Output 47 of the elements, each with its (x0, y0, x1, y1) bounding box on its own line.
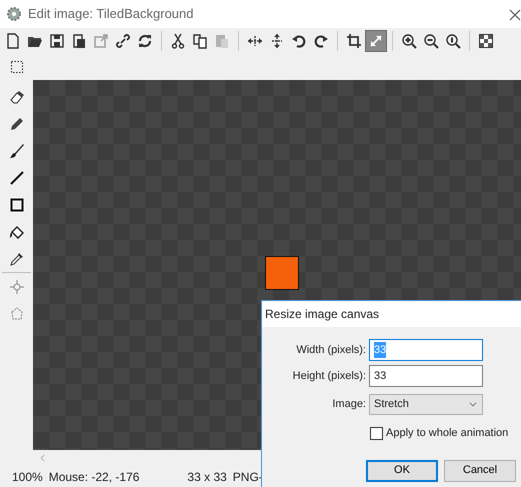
rotate-left-icon (291, 33, 307, 49)
field-label: Height (pixels): (292, 368, 366, 384)
image-size: 33 x 33 (187, 468, 227, 486)
field-label: Image: (331, 397, 366, 412)
dialog-button[interactable]: OK (366, 460, 438, 482)
rotate-right-icon (313, 33, 329, 49)
rectangle-select-icon (9, 59, 25, 75)
scissors-icon (170, 33, 186, 49)
paint-bucket-icon (8, 224, 24, 240)
close-icon (507, 6, 521, 23)
image-format: PNG- (232, 468, 263, 486)
refresh-icon (137, 33, 153, 49)
image-mode-dropdown[interactable]: Stretch (369, 394, 483, 415)
field-label: Width (pixels): (295, 342, 366, 358)
number-field[interactable]: 33 (369, 365, 483, 387)
dialog-title: Resize image canvas (265, 306, 380, 323)
document-stack-icon (71, 33, 87, 49)
eyedropper-icon (8, 250, 24, 266)
clipboard-icon (214, 33, 230, 49)
vertical-arrows-icon (269, 33, 285, 49)
crosshair-icon (8, 278, 24, 294)
export-icon (93, 33, 109, 49)
line-icon (8, 170, 24, 186)
copy-icon (192, 33, 208, 49)
gear-icon (6, 6, 22, 22)
resize-button[interactable] (365, 30, 387, 52)
brush-icon (8, 142, 24, 158)
link-icon (115, 33, 131, 49)
polygon-icon (8, 306, 24, 322)
checker-icon (478, 33, 494, 49)
crop-icon (346, 33, 362, 49)
zoom-level: 100% (12, 468, 43, 486)
zoom-in-icon (401, 33, 417, 49)
dialog-button[interactable]: Cancel (444, 460, 516, 482)
eraser-icon (8, 88, 24, 104)
mouse-position: Mouse: -22, -176 (48, 468, 140, 486)
zoom-out-icon (423, 33, 439, 49)
horizontal-arrows-icon (247, 33, 263, 49)
window-title: Edit image: TiledBackground (28, 5, 194, 24)
checkbox[interactable] (370, 426, 383, 440)
diagonal-arrow-icon (368, 33, 384, 49)
image-square (265, 256, 299, 290)
document-icon (5, 33, 21, 49)
checkbox-label: Apply to whole animation (386, 426, 508, 441)
rectangle-icon (8, 196, 24, 212)
pencil-icon (8, 116, 24, 132)
zoom-reset-icon (445, 33, 461, 49)
